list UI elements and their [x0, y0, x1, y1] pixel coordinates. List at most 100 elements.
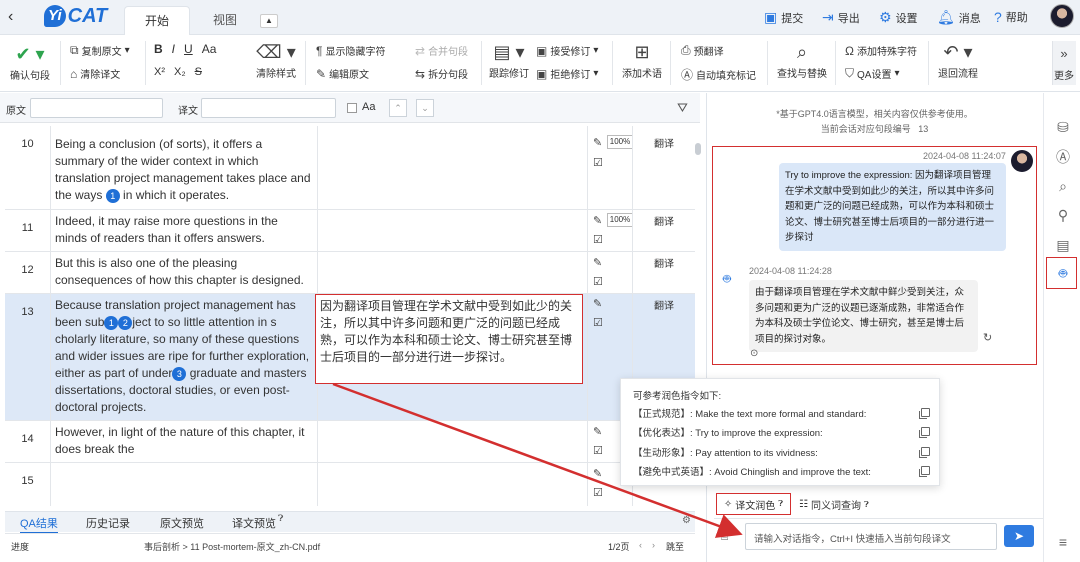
tag-marker[interactable]: 1: [105, 188, 120, 203]
submit-button[interactable]: ▣ 提交: [764, 9, 803, 26]
review-icon[interactable]: ☑: [593, 275, 603, 288]
source-cell[interactable]: Being a conclusion (of sorts), it offers…: [50, 126, 317, 209]
more-button[interactable]: » 更多: [1054, 43, 1074, 82]
target-cell[interactable]: [317, 126, 587, 209]
split-segment-button[interactable]: ⇆ 拆分句段: [415, 66, 468, 82]
pencil-icon[interactable]: ✎: [593, 297, 602, 310]
tag-marker[interactable]: 3: [172, 366, 187, 381]
back-icon[interactable]: ‹: [8, 8, 26, 26]
chevron-up-icon[interactable]: ⌃: [389, 99, 407, 117]
qa-settings-button[interactable]: ⛉ QA设置 ▾: [845, 66, 900, 81]
paperclip-icon[interactable]: ⚲: [1054, 206, 1072, 224]
copy-icon[interactable]: [919, 427, 930, 438]
database-icon[interactable]: ⛁: [1054, 118, 1072, 136]
reject-changes-button[interactable]: ▣ 拒绝修订 ▾: [536, 66, 598, 82]
pencil-icon[interactable]: ✎: [593, 256, 602, 269]
help-icon[interactable]: ❓︎: [278, 513, 283, 524]
track-changes-button[interactable]: ▤ ▾ 跟踪修订: [489, 41, 529, 80]
target-cell[interactable]: [317, 252, 587, 293]
tab-start[interactable]: 开始: [124, 6, 190, 35]
tab-history[interactable]: 历史记录: [86, 515, 130, 531]
bold-button[interactable]: B: [154, 42, 163, 56]
target-editor-active[interactable]: 因为翻译项目管理在学术文献中受到如此少的关注，所以其中许多问题和更广泛的问题已经…: [315, 294, 583, 384]
review-icon[interactable]: ☑: [593, 316, 603, 329]
clear-target-button[interactable]: ⌂ 清除译文: [70, 66, 120, 82]
find-replace-button[interactable]: ⌕ 查找与替换: [777, 41, 827, 80]
table-row[interactable]: 10 Being a conclusion (of sorts), it off…: [5, 126, 695, 210]
copy-icon[interactable]: [919, 466, 930, 477]
help-button[interactable]: ? 帮助: [994, 9, 1028, 25]
table-row[interactable]: 12 But this is also one of the pleasing …: [5, 252, 695, 294]
pretranslate-button[interactable]: ⎙ 预翻译: [681, 43, 724, 58]
clear-format-button[interactable]: ⌫ ▾ 清除样式: [256, 41, 296, 80]
source-filter-input[interactable]: [30, 98, 163, 118]
target-cell[interactable]: [317, 421, 587, 462]
pencil-icon[interactable]: ✎: [593, 136, 602, 149]
source-cell[interactable]: Indeed, it may raise more questions in t…: [50, 210, 317, 251]
superscript-button[interactable]: X²: [154, 66, 165, 78]
edit-source-button[interactable]: ✎ 编辑原文: [316, 66, 369, 82]
subscript-button[interactable]: X₂: [174, 66, 186, 78]
source-cell[interactable]: But this is also one of the pleasing con…: [50, 252, 317, 293]
polish-translation-button[interactable]: ✧ 译文润色 ❓︎: [716, 493, 791, 515]
command-avoid-chinglish[interactable]: 【避免中式英语】: Avoid Chinglish and improve th…: [633, 464, 871, 478]
review-icon[interactable]: ☑: [593, 156, 603, 169]
source-cell[interactable]: Because translation project management h…: [50, 294, 317, 420]
file-breadcrumb[interactable]: 事后剖析 > 11 Post-mortem-原文_zh-CN.pdf: [144, 540, 320, 553]
review-icon[interactable]: ☑: [593, 486, 603, 499]
send-button[interactable]: ➤: [1004, 525, 1034, 547]
source-cell[interactable]: However, in light of the nature of this …: [50, 421, 317, 462]
case-button[interactable]: Aa: [202, 42, 217, 56]
tag-marker[interactable]: 2: [118, 315, 133, 330]
copy-icon[interactable]: [919, 408, 930, 419]
pencil-icon[interactable]: ✎: [593, 214, 602, 227]
goto-page-button[interactable]: 跳至: [666, 540, 684, 553]
italic-button[interactable]: I: [172, 42, 175, 56]
source-cell[interactable]: [50, 463, 317, 506]
filter-icon[interactable]: ⛛: [677, 100, 688, 116]
back-flow-button[interactable]: ↶ ▾ 退回流程: [938, 41, 978, 80]
collapse-ribbon-button[interactable]: ▲: [260, 14, 278, 28]
table-row[interactable]: 15 ✎ ☑: [5, 463, 695, 506]
accept-changes-button[interactable]: ▣ 接受修订 ▾: [536, 43, 598, 59]
search-icon[interactable]: ⌕: [1054, 177, 1072, 195]
add-special-char-button[interactable]: Ω 添加特殊字符: [845, 43, 917, 59]
tab-target-preview[interactable]: 译文预览: [232, 515, 276, 531]
messages-button[interactable]: 🔔︎ 消息: [937, 9, 981, 26]
tag-marker[interactable]: 1: [104, 315, 119, 330]
autofill-tags-button[interactable]: Ⓐ 自动填充标记: [681, 66, 756, 83]
refresh-icon[interactable]: ↻: [983, 331, 992, 344]
command-improve[interactable]: 【优化表达】: Try to improve the expression:: [633, 425, 823, 439]
strikethrough-button[interactable]: S: [195, 66, 202, 78]
synonym-lookup-button[interactable]: ☷ 同义词查询 ❓︎: [799, 497, 869, 512]
gear-icon[interactable]: ⚙: [682, 515, 691, 526]
broom-icon[interactable]: ⌸: [721, 529, 728, 544]
add-term-button[interactable]: ⊞ 添加术语: [622, 41, 662, 80]
scrollbar[interactable]: [695, 143, 701, 155]
copy-icon[interactable]: [919, 447, 930, 458]
stop-icon[interactable]: ⊙: [750, 348, 758, 359]
pencil-icon[interactable]: ✎: [593, 467, 602, 480]
target-cell[interactable]: [317, 210, 587, 251]
chevron-down-icon[interactable]: ⌄: [416, 99, 434, 117]
review-icon[interactable]: ☑: [593, 444, 603, 457]
copy-source-button[interactable]: ⧉ 复制原文 ▾: [70, 43, 130, 58]
user-avatar[interactable]: [1050, 4, 1074, 28]
tab-source-preview[interactable]: 原文预览: [160, 515, 204, 531]
table-row[interactable]: 14 However, in light of the nature of th…: [5, 421, 695, 463]
review-icon[interactable]: ☑: [593, 233, 603, 246]
table-row[interactable]: 11 Indeed, it may raise more questions i…: [5, 210, 695, 252]
match-case-checkbox[interactable]: [347, 103, 357, 113]
tab-qa-results[interactable]: QA结果: [20, 515, 58, 534]
command-formal[interactable]: 【正式规范】: Make the text more formal and st…: [633, 406, 866, 420]
merge-segment-button[interactable]: ⇄ 合并句段: [415, 43, 468, 59]
command-vivid[interactable]: 【生动形象】: Pay attention to its vividness:: [633, 445, 818, 459]
confirm-segment-button[interactable]: ✔ ▾ 确认句段: [10, 43, 50, 82]
target-cell[interactable]: [317, 463, 587, 506]
menu-icon[interactable]: ≡: [1054, 533, 1072, 551]
tab-view[interactable]: 视图: [200, 6, 250, 35]
export-button[interactable]: ⇥ 导出: [822, 9, 860, 26]
notes-icon[interactable]: ▤: [1054, 236, 1072, 254]
show-hidden-button[interactable]: ¶ 显示隐藏字符: [316, 43, 385, 59]
settings-button[interactable]: ⚙ 设置: [879, 9, 918, 26]
